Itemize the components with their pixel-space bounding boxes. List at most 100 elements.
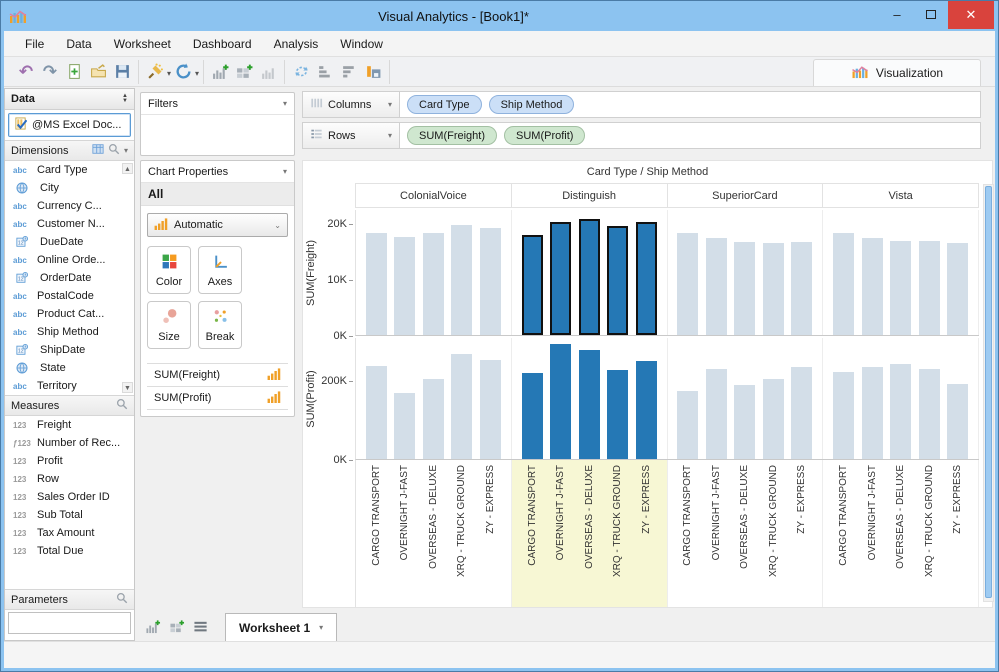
dimension-field[interactable]: abc Territory xyxy=(5,377,134,395)
dimension-field[interactable]: 12 DueDate xyxy=(5,233,134,251)
measure-field[interactable]: 123 Profit xyxy=(5,452,134,470)
menu-item-dashboard[interactable]: Dashboard xyxy=(182,33,263,55)
bar[interactable] xyxy=(734,242,756,335)
search-icon[interactable] xyxy=(116,592,128,607)
sort-ascending-icon[interactable] xyxy=(313,61,337,83)
dimension-field[interactable]: 12 ShipDate xyxy=(5,341,134,359)
bar[interactable] xyxy=(365,232,387,335)
shelf-pill[interactable]: SUM(Profit) xyxy=(504,126,586,145)
menu-item-analysis[interactable]: Analysis xyxy=(263,33,330,55)
bar[interactable] xyxy=(762,378,784,459)
bar[interactable] xyxy=(762,243,784,335)
undo-icon[interactable]: ↶ xyxy=(14,61,38,83)
new-worksheet-icon[interactable] xyxy=(208,61,232,83)
bar[interactable] xyxy=(677,232,699,335)
scroll-up-arrow[interactable]: ▲ xyxy=(122,163,133,174)
dimension-field[interactable]: abc Card Type xyxy=(5,161,134,179)
shelf-pill[interactable]: Card Type xyxy=(407,95,482,114)
bar[interactable] xyxy=(890,363,912,459)
dimension-field[interactable]: 12 OrderDate xyxy=(5,269,134,287)
dimension-field[interactable]: abc Currency C... xyxy=(5,197,134,215)
new-document-icon[interactable] xyxy=(62,61,86,83)
bar[interactable] xyxy=(861,237,883,335)
refresh-icon[interactable] xyxy=(171,61,195,83)
break-button[interactable]: Break xyxy=(198,301,242,349)
chevron-down-icon[interactable]: ▾ xyxy=(124,146,128,155)
axes-button[interactable]: Axes xyxy=(198,246,242,294)
bar[interactable] xyxy=(947,243,969,335)
visualization-button[interactable]: Visualization xyxy=(813,59,981,86)
sort-descending-icon[interactable] xyxy=(337,61,361,83)
bar[interactable] xyxy=(890,240,912,335)
bar[interactable] xyxy=(479,359,501,459)
measure-field[interactable]: 123 Total Due xyxy=(5,542,134,560)
color-button[interactable]: Color xyxy=(147,246,191,294)
menu-item-data[interactable]: Data xyxy=(55,33,102,55)
swap-axes-icon[interactable] xyxy=(289,61,313,83)
bar[interactable] xyxy=(578,218,600,335)
measure-field[interactable]: 123 Sales Order ID xyxy=(5,488,134,506)
measure-field[interactable]: ƒ123 Number of Rec... xyxy=(5,434,134,452)
bar[interactable] xyxy=(607,225,629,335)
shelf-pill[interactable]: SUM(Freight) xyxy=(407,126,498,145)
bar[interactable] xyxy=(635,361,657,459)
bar[interactable] xyxy=(833,371,855,459)
bar[interactable] xyxy=(918,368,940,459)
menu-item-window[interactable]: Window xyxy=(329,33,394,55)
new-dashboard-icon[interactable] xyxy=(169,619,185,637)
bar[interactable] xyxy=(451,354,473,459)
bar[interactable] xyxy=(791,242,813,335)
bar[interactable] xyxy=(705,237,727,335)
bar[interactable] xyxy=(521,235,543,335)
shelf-pill[interactable]: Ship Method xyxy=(488,95,575,114)
bar[interactable] xyxy=(705,368,727,459)
bar[interactable] xyxy=(861,366,883,459)
sort-toggle-icon[interactable]: ▲ ▼ xyxy=(122,93,128,104)
bar[interactable] xyxy=(521,372,543,459)
bar[interactable] xyxy=(734,384,756,459)
scroll-down-arrow[interactable]: ▼ xyxy=(122,382,133,393)
filters-shelf[interactable] xyxy=(141,115,294,155)
columns-shelf-button[interactable]: Columns ▾ xyxy=(303,92,400,117)
chart-vertical-scrollbar[interactable] xyxy=(983,184,994,602)
measure-field[interactable]: 123 Sub Total xyxy=(5,506,134,524)
bar[interactable] xyxy=(918,240,940,335)
close-button[interactable]: ✕ xyxy=(948,1,994,29)
measure-card[interactable]: SUM(Profit) xyxy=(147,387,288,410)
dimension-field[interactable]: State xyxy=(5,359,134,377)
bar[interactable] xyxy=(365,366,387,459)
menu-item-file[interactable]: File xyxy=(14,33,55,55)
bar[interactable] xyxy=(607,370,629,459)
maximize-button[interactable] xyxy=(914,1,948,27)
worksheet-tab[interactable]: Worksheet 1 ▾ xyxy=(225,613,338,641)
data-source-item[interactable]: @MS Excel Doc... xyxy=(8,113,131,137)
bar[interactable] xyxy=(394,236,416,335)
dimension-field[interactable]: abc Online Orde... xyxy=(5,251,134,269)
size-button[interactable]: Size xyxy=(147,301,191,349)
bar[interactable] xyxy=(479,227,501,335)
collapse-icon[interactable]: ▾ xyxy=(283,99,287,108)
search-icon[interactable] xyxy=(116,398,128,413)
sheet-list-icon[interactable] xyxy=(193,619,209,637)
dimension-field[interactable]: abc Customer N... xyxy=(5,215,134,233)
bar[interactable] xyxy=(394,392,416,459)
measure-card[interactable]: SUM(Freight) xyxy=(147,364,288,387)
data-connection-icon[interactable] xyxy=(143,61,167,83)
dimension-field[interactable]: abc Product Cat... xyxy=(5,305,134,323)
bar[interactable] xyxy=(451,225,473,335)
scrollbar-thumb[interactable] xyxy=(985,186,992,598)
bar[interactable] xyxy=(422,232,444,335)
dimension-field[interactable]: abc PostalCode xyxy=(5,287,134,305)
bar[interactable] xyxy=(550,343,572,459)
search-icon[interactable] xyxy=(108,143,120,158)
measure-field[interactable]: 123 Row xyxy=(5,470,134,488)
dimension-field[interactable]: City xyxy=(5,179,134,197)
duplicate-sheet-icon[interactable] xyxy=(256,61,280,83)
bar[interactable] xyxy=(791,366,813,459)
bar[interactable] xyxy=(947,384,969,459)
new-dashboard-icon[interactable] xyxy=(232,61,256,83)
minimize-button[interactable]: – xyxy=(880,1,914,27)
bar[interactable] xyxy=(550,222,572,335)
chevron-down-icon[interactable]: ▾ xyxy=(319,623,323,632)
export-image-icon[interactable] xyxy=(361,61,385,83)
